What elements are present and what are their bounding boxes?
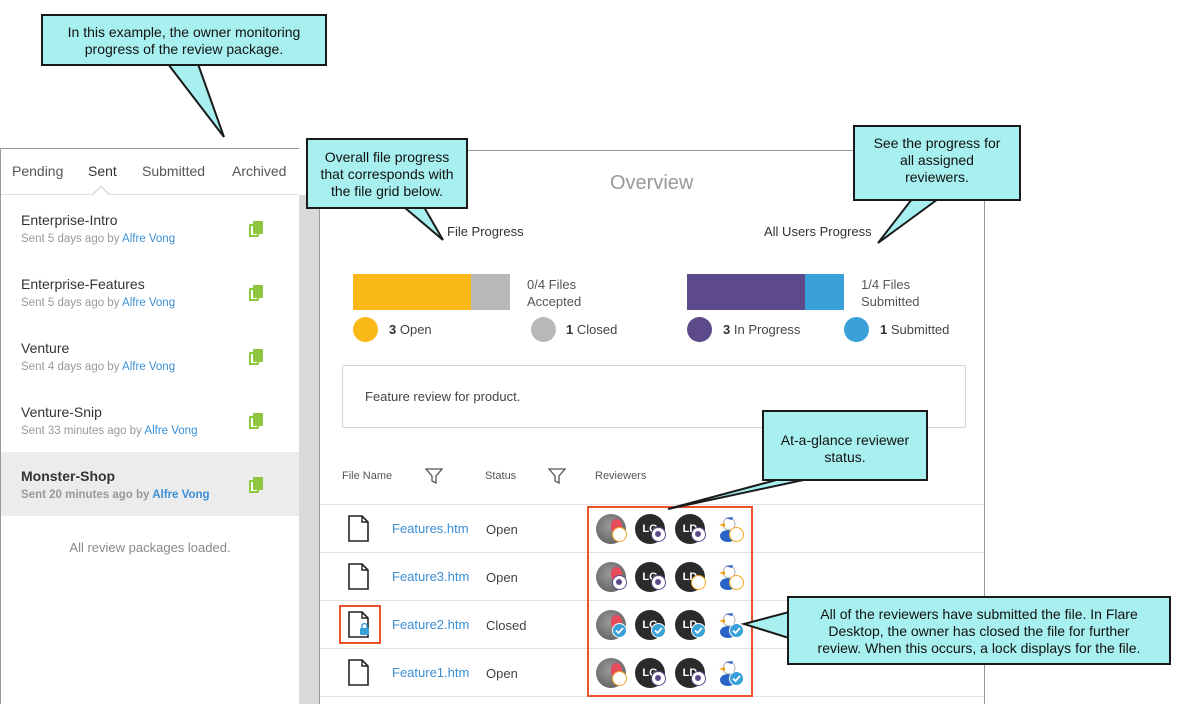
callout-line: At-a-glance reviewer: [780, 432, 910, 448]
callout-line: progress of the review package.: [84, 41, 284, 57]
callout-line: status.: [824, 449, 866, 465]
callout-file-progress: Overall file progress that corresponds w…: [306, 138, 468, 209]
callout-at-a-glance: At-a-glance reviewer status.: [762, 410, 928, 481]
callout-line: Desktop, the owner has closed the file f…: [828, 623, 1130, 639]
callout-line: reviewers.: [905, 169, 969, 185]
callout-line: In this example, the owner monitoring: [67, 24, 301, 40]
callout-lock-explanation: All of the reviewers have submitted the …: [787, 596, 1171, 665]
callout-line: the file grid below.: [330, 183, 444, 199]
callout-line: review. When this occurs, a lock display…: [817, 640, 1141, 656]
callout-line: that corresponds with: [320, 166, 454, 182]
callout-line: See the progress for: [873, 135, 1001, 151]
callout-reviewers-progress: See the progress for all assigned review…: [853, 125, 1021, 201]
callout-line: All of the reviewers have submitted the …: [820, 606, 1138, 622]
callout-line: all assigned: [900, 152, 974, 168]
callout-line: Overall file progress: [324, 149, 450, 165]
callout-owner-monitoring: In this example, the owner monitoring pr…: [41, 14, 327, 66]
